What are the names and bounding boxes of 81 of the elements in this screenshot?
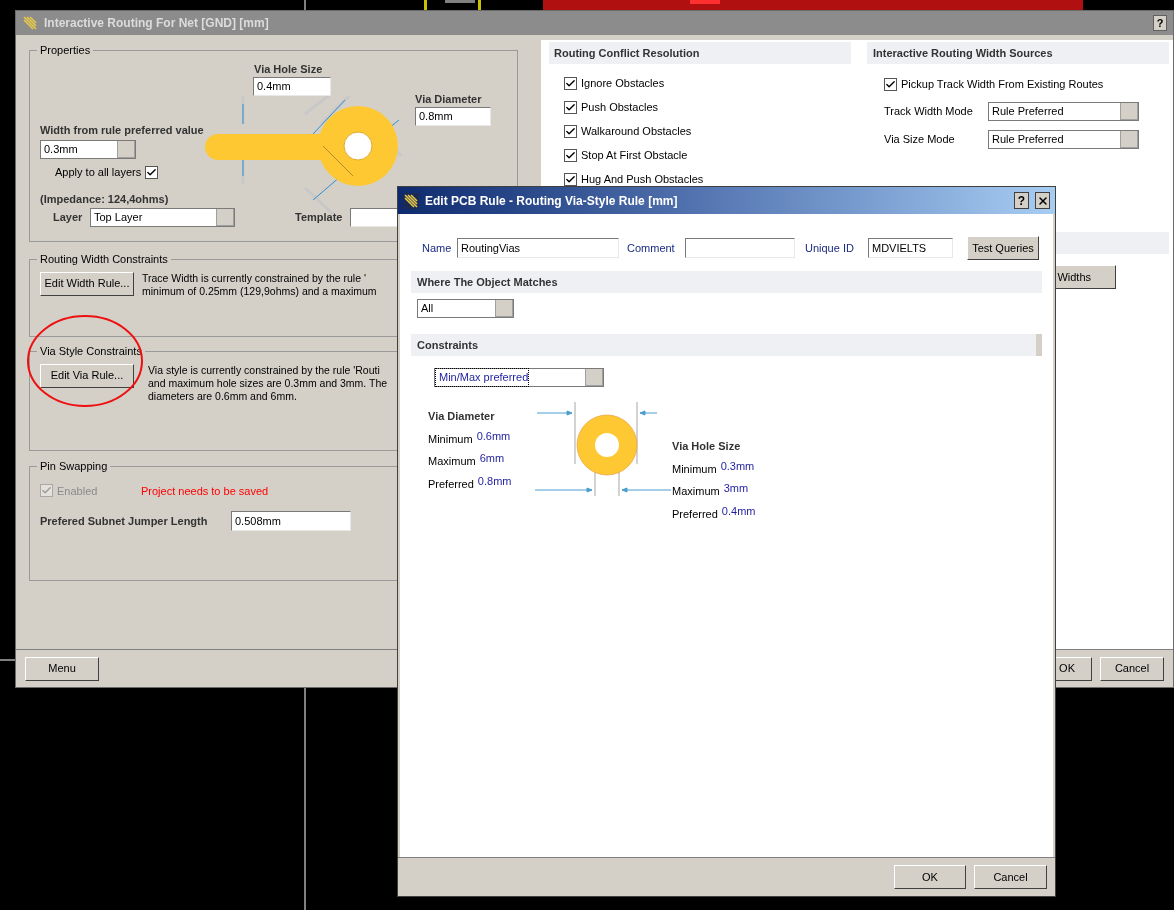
field-label: Preferred (428, 476, 474, 492)
group-label: Via Hole Size (672, 439, 742, 454)
value-text: 0.8mm (477, 473, 512, 489)
description-text: Via style is currently constrained by the rule 'Routi (148, 363, 381, 377)
checkbox-label: Enabled (57, 483, 99, 499)
section-header: Interactive Routing Width Sources (867, 42, 1169, 64)
field-label: Unique ID (805, 240, 855, 256)
group-label: Via Diameter (428, 409, 496, 424)
mode-dropdown[interactable]: Rule Preferred (988, 129, 1139, 149)
help-button[interactable]: ? (1153, 15, 1167, 31)
checkbox-label: Ignore Obstacles (581, 75, 665, 91)
checkbox[interactable] (564, 100, 577, 114)
field-label: Template (295, 210, 344, 226)
group-title: Pin Swapping (39, 459, 109, 474)
layer-dropdown[interactable]: Top Layer (90, 208, 235, 227)
name-field[interactable]: RoutingVias (457, 238, 619, 258)
field-label: Layer (53, 210, 84, 226)
description-text: Trace Width is currently constrained by the rule ' (142, 271, 367, 285)
cancel-button[interactable]: Cancel (974, 865, 1047, 889)
impedance-text: (Impedance: 124,4ohms) (40, 191, 170, 207)
checkbox[interactable] (564, 76, 577, 90)
checkbox-label: Stop At First Obstacle (581, 147, 688, 163)
field-label: Maximum (672, 484, 720, 499)
match-dropdown[interactable]: All (417, 299, 514, 318)
field-label: Via Size Mode (884, 131, 956, 147)
value-text: 0.4mm (721, 503, 756, 519)
edit-via-rule-button[interactable]: Edit Via Rule... (40, 363, 134, 388)
checkbox-label: Walkaround Obstacles (581, 123, 692, 139)
field-label: Minimum (428, 431, 473, 447)
description-text: and maximum hole sizes are 0.3mm and 3mm. The (148, 376, 388, 390)
field-label: Name (422, 240, 453, 256)
section-header: Routing Conflict Resolution (549, 42, 851, 64)
jumper-length-field[interactable]: 0.508mm (231, 511, 351, 531)
ok-button[interactable]: OK (894, 865, 966, 889)
app-logo-icon (22, 15, 38, 31)
value-text: 0.6mm (476, 428, 511, 444)
close-icon (1036, 194, 1049, 207)
width-dropdown[interactable]: 0.3mm (40, 140, 136, 159)
section-header: Where The Object Matches (411, 271, 1042, 293)
help-button[interactable]: ? (1014, 192, 1029, 209)
mode-dropdown[interactable]: Rule Preferred (988, 101, 1139, 121)
field-label: Track Width Mode (884, 103, 974, 119)
via-diameter-field[interactable]: 0.8mm (415, 107, 491, 126)
test-queries-button[interactable]: Test Queries (967, 236, 1039, 260)
warning-text: Project needs to be saved (141, 483, 269, 499)
field-label: Preferred (672, 506, 718, 522)
window-title: Interactive Routing For Net [GND] [mm] (44, 15, 269, 32)
section-header: Constraints (411, 334, 1042, 356)
cancel-button[interactable]: Cancel (1100, 656, 1164, 681)
checkbox[interactable] (564, 172, 577, 186)
edit-width-rule-button[interactable]: Edit Width Rule... (40, 271, 134, 296)
menu-button[interactable]: Menu (25, 656, 99, 681)
description-text: minimum of 0.25mm (129,9ohms) and a maximum (142, 284, 377, 298)
group-title: Routing Width Constraints (39, 252, 169, 267)
checkbox-label: Pickup Track Width From Existing Routes (901, 77, 1104, 92)
field-label: Via Diameter (415, 91, 483, 107)
close-button[interactable] (1035, 192, 1050, 209)
checkbox-label: Hug And Push Obstacles (581, 171, 704, 187)
checkbox-label: Push Obstacles (581, 99, 659, 115)
constraint-mode-dropdown[interactable]: Min/Max preferred (434, 368, 604, 387)
checkbox[interactable] (564, 124, 577, 138)
checkbox[interactable] (145, 165, 159, 179)
field-label: Minimum (672, 461, 717, 477)
via-hole-size-field[interactable]: 0.4mm (253, 77, 331, 96)
group-title: Properties (39, 43, 92, 58)
comment-field[interactable] (685, 238, 795, 258)
field-label: Via Hole Size (254, 61, 324, 77)
checkbox[interactable] (564, 148, 577, 162)
value-text: 0.3mm (720, 458, 755, 474)
field-label: Width from rule preferred value (40, 122, 203, 138)
field-label: Prefered Subnet Jumper Length (40, 513, 209, 529)
value-text: 6mm (479, 451, 505, 466)
field-label: Comment (627, 240, 676, 256)
unique-id-field[interactable]: MDVIELTS (868, 238, 953, 258)
value-text: 3mm (723, 481, 749, 496)
app-logo-icon (403, 192, 419, 209)
checkbox-label: Apply to all layers (55, 165, 142, 180)
checkbox[interactable] (884, 77, 897, 91)
field-label: Maximum (428, 454, 476, 469)
description-text: diameters are 0.6mm and 6mm. (148, 389, 298, 403)
dialog-title: Edit PCB Rule - Routing Via-Style Rule [mm] (425, 192, 678, 210)
